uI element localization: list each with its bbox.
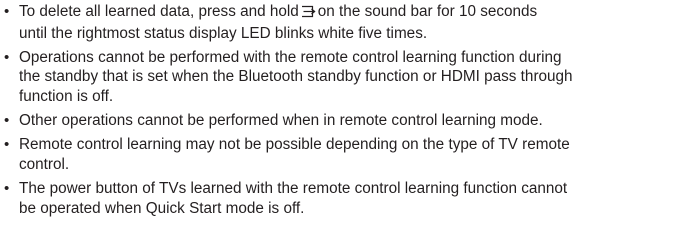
note-item: • Remote control learning may not be pos… (0, 135, 690, 174)
note-line: To delete all learned data, press and ho… (19, 2, 690, 24)
note-line: the standby that is set when the Bluetoo… (19, 68, 573, 86)
input-icon (301, 4, 316, 24)
notes-list: • To delete all learned data, press and … (0, 0, 690, 218)
bullet: • (4, 180, 10, 198)
note-item: • The power button of TVs learned with t… (0, 179, 690, 218)
bullet: • (4, 3, 10, 20)
note-line: function is off. (19, 87, 114, 105)
note-line: control. (19, 155, 70, 173)
bullet: • (4, 48, 10, 66)
note-line: Operations cannot be performed with the … (19, 48, 562, 66)
note-line: be operated when Quick Start mode is off… (19, 199, 305, 217)
note-item: • Other operations cannot be performed w… (0, 111, 690, 131)
note-line: Other operations cannot be performed whe… (19, 112, 543, 130)
bullet: • (4, 112, 10, 130)
note-item: • Operations cannot be performed with th… (0, 48, 690, 107)
bullet: • (4, 136, 10, 154)
note-line: Remote control learning may not be possi… (19, 136, 570, 154)
note-item: • To delete all learned data, press and … (0, 2, 690, 43)
note-line: until the rightmost status display LED b… (19, 24, 428, 42)
note-line: The power button of TVs learned with the… (19, 180, 568, 198)
